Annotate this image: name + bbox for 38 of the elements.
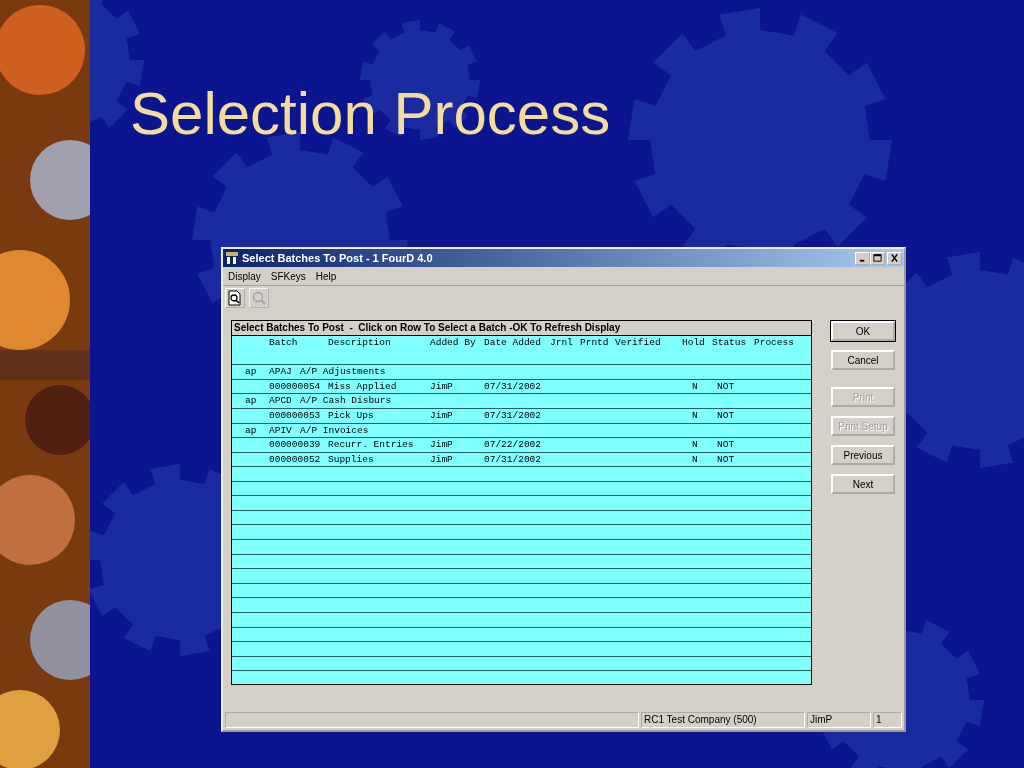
column-header: Hold xyxy=(682,336,706,350)
column-header: Jrnl xyxy=(550,336,574,350)
menu-item[interactable]: SFKeys xyxy=(270,270,306,282)
column-header: Description xyxy=(328,336,392,350)
menu-item[interactable]: Help xyxy=(315,270,337,282)
batch-row[interactable]: 000000053 Pick Ups JimP 07/31/2002 N NOT xyxy=(232,408,811,424)
page-magnifier-icon xyxy=(227,290,243,306)
maximize-button[interactable] xyxy=(870,251,885,265)
close-icon xyxy=(890,254,899,262)
menu-item[interactable]: Display xyxy=(228,270,261,282)
status-pane: RC1 Test Company (500) xyxy=(641,712,805,728)
status-pane: 1 xyxy=(873,712,902,728)
column-header: Batch xyxy=(269,336,299,350)
dialog-button[interactable]: Previous xyxy=(831,445,895,465)
app-icon xyxy=(225,251,239,265)
dialog-button[interactable]: OK xyxy=(831,321,895,341)
slide-title: Selection Process xyxy=(130,84,611,144)
batch-row[interactable]: 000000054 Miss Applied JimP 07/31/2002 N NOT xyxy=(232,379,811,395)
maximize-icon xyxy=(873,254,882,262)
column-header: Process xyxy=(754,336,795,350)
minimize-button[interactable] xyxy=(855,251,870,265)
column-header: Date Added xyxy=(484,336,542,350)
batch-row[interactable]: 000000039 Recurr. Entries JimP 07/22/2002 N NOT xyxy=(232,438,811,453)
dialog-button[interactable]: Cancel xyxy=(831,350,895,370)
window-title: Select Batches To Post - 1 FourD 4.0 xyxy=(242,252,433,264)
column-header: Prntd xyxy=(580,336,610,350)
column-header: Added By xyxy=(430,336,477,350)
status-pane: JimP xyxy=(807,712,871,728)
dialog-button[interactable]: Next xyxy=(831,474,895,494)
magnifier-icon xyxy=(251,290,267,306)
column-header: Status xyxy=(712,336,748,350)
close-button[interactable] xyxy=(887,251,902,265)
group-row[interactable]: ap APAJ A/P Adjustments xyxy=(232,365,811,380)
column-header: Verified xyxy=(615,336,662,350)
grid-caption: Select Batches To Post - Click on Row To Select a Batch -OK To Refresh Display xyxy=(232,321,811,336)
group-row[interactable]: ap APIV A/P Invoices xyxy=(232,423,811,439)
group-row[interactable]: ap APCD A/P Cash Disburs xyxy=(232,394,811,409)
toolbar-button[interactable] xyxy=(225,288,245,308)
